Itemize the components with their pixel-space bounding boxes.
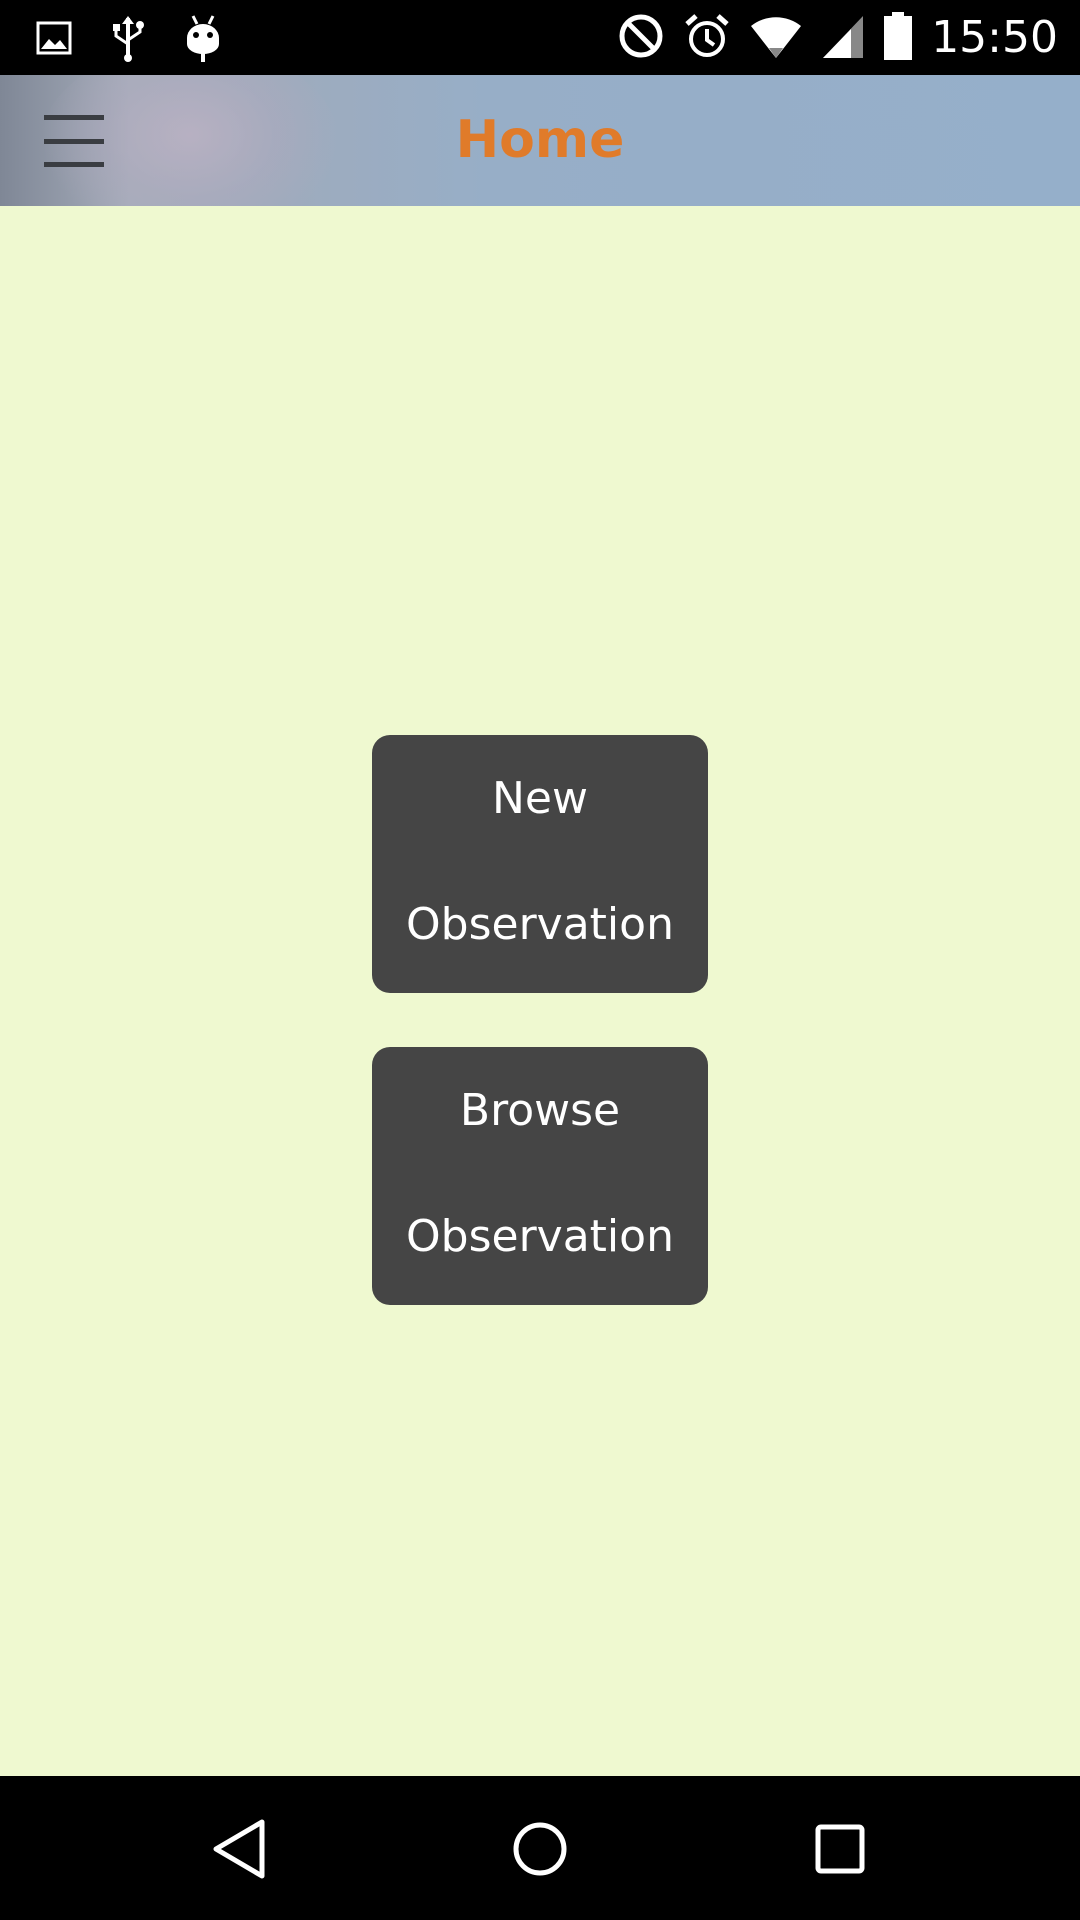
clock: 15:50: [931, 12, 1058, 63]
android-debug-icon: [184, 14, 222, 66]
browse-observation-button[interactable]: Browse Observation: [372, 1047, 708, 1305]
back-icon[interactable]: [195, 1804, 285, 1894]
app-bar: Home: [0, 75, 1080, 206]
signal-icon: [821, 12, 865, 64]
browse-observation-label-line1: Browse: [459, 1085, 621, 1136]
wifi-icon: [749, 12, 803, 64]
page-title: Home: [455, 110, 625, 170]
system-icons: 15:50: [617, 10, 1058, 66]
recents-icon[interactable]: [795, 1804, 885, 1894]
new-observation-label-line1: New: [492, 773, 588, 824]
alarm-icon: [683, 12, 731, 64]
do-not-disturb-icon: [617, 12, 665, 64]
battery-icon: [883, 11, 913, 65]
status-bar: 15:50: [0, 0, 1080, 75]
browse-observation-label-line2: Observation: [406, 1211, 674, 1262]
home-icon[interactable]: [495, 1804, 585, 1894]
new-observation-button[interactable]: New Observation: [372, 735, 708, 993]
image-icon: [36, 20, 72, 60]
new-observation-label-line2: Observation: [406, 899, 674, 950]
usb-icon: [110, 14, 146, 66]
navigation-bar: [0, 1776, 1080, 1920]
notification-icons: [36, 14, 222, 66]
